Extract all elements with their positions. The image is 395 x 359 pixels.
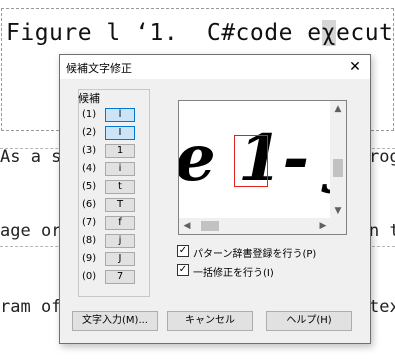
candidate-correction-dialog: 候補文字修正 ✕ 候補 (1) l (2) I (3) 1 (4) i (5) … (59, 54, 371, 344)
pattern-dictionary-checkbox[interactable]: ✓ (177, 245, 189, 257)
scrollbar-corner (330, 218, 346, 234)
close-icon[interactable]: ✕ (344, 57, 366, 77)
character-preview[interactable]: e 1- J ▲ ▼ ◀ ▶ (178, 100, 347, 235)
candidate-row-0: (0) 7 (82, 270, 142, 285)
bulk-correction-checkbox[interactable]: ✓ (177, 264, 189, 276)
figure-title-highlight[interactable]: χ (321, 20, 336, 46)
candidate-button-3[interactable]: 1 (105, 144, 135, 158)
target-character-highlight (234, 135, 268, 187)
candidate-button-1[interactable]: l (105, 108, 135, 122)
candidates-group-label: 候補 (78, 92, 100, 105)
candidate-number: (0) (82, 271, 97, 282)
figure-title-post: ecuti (336, 20, 395, 46)
candidate-number: (4) (82, 163, 97, 174)
candidate-number: (1) (82, 109, 97, 120)
bulk-correction-label[interactable]: 一括修正を行う(I) (193, 264, 274, 279)
candidate-row-2: (2) I (82, 126, 142, 141)
horizontal-scrollbar[interactable]: ◀ ▶ (179, 218, 331, 234)
candidate-number: (7) (82, 217, 97, 228)
doc-line-3-right: tex (369, 297, 395, 317)
doc-line-1-right: rog (369, 147, 395, 167)
horizontal-scroll-thumb[interactable] (201, 221, 219, 231)
candidate-button-2[interactable]: I (105, 126, 135, 140)
candidate-button-9[interactable]: J (105, 252, 135, 266)
candidate-number: (6) (82, 199, 97, 210)
vertical-scroll-thumb[interactable] (333, 159, 343, 177)
candidate-row-5: (5) t (82, 180, 142, 195)
candidate-row-6: (6) T (82, 198, 142, 213)
candidate-button-0[interactable]: 7 (105, 270, 135, 284)
candidate-row-8: (8) j (82, 234, 142, 249)
help-button[interactable]: ヘルプ(H) (266, 311, 352, 331)
figure-title: Figure l ‘1. C#code eχecuti (6, 20, 395, 46)
cancel-button[interactable]: キャンセル (167, 311, 253, 331)
candidate-row-9: (9) J (82, 252, 142, 267)
chevron-up-icon[interactable]: ▲ (330, 101, 346, 117)
text-input-button[interactable]: 文字入力(M)... (72, 311, 158, 331)
doc-line-1-left: As a s (0, 147, 62, 167)
candidate-button-6[interactable]: T (105, 198, 135, 212)
candidate-button-4[interactable]: i (105, 162, 135, 176)
figure-title-pre: Figure l ‘1. C#code e (6, 20, 322, 46)
dialog-titlebar[interactable]: 候補文字修正 ✕ (60, 55, 370, 79)
candidate-number: (8) (82, 235, 97, 246)
chevron-right-icon[interactable]: ▶ (315, 218, 331, 234)
candidate-row-4: (4) i (82, 162, 142, 177)
candidate-row-1: (1) l (82, 108, 142, 123)
chevron-down-icon[interactable]: ▼ (330, 203, 346, 219)
candidate-button-5[interactable]: t (105, 180, 135, 194)
dialog-title: 候補文字修正 (66, 62, 132, 75)
candidate-button-7[interactable]: f (105, 216, 135, 230)
doc-line-2-right: n t (369, 221, 395, 241)
candidate-number: (9) (82, 253, 97, 264)
doc-line-3-left: ram of (0, 297, 62, 317)
candidate-row-3: (3) 1 (82, 144, 142, 159)
pattern-dictionary-label[interactable]: パターン辞書登録を行う(P) (193, 245, 316, 260)
doc-line-2-left: age or (0, 221, 62, 241)
vertical-scrollbar[interactable]: ▲ ▼ (330, 101, 346, 219)
candidate-number: (3) (82, 145, 97, 156)
candidate-button-8[interactable]: j (105, 234, 135, 248)
chevron-left-icon[interactable]: ◀ (179, 218, 195, 234)
candidate-number: (2) (82, 127, 97, 138)
candidate-row-7: (7) f (82, 216, 142, 231)
candidate-number: (5) (82, 181, 97, 192)
